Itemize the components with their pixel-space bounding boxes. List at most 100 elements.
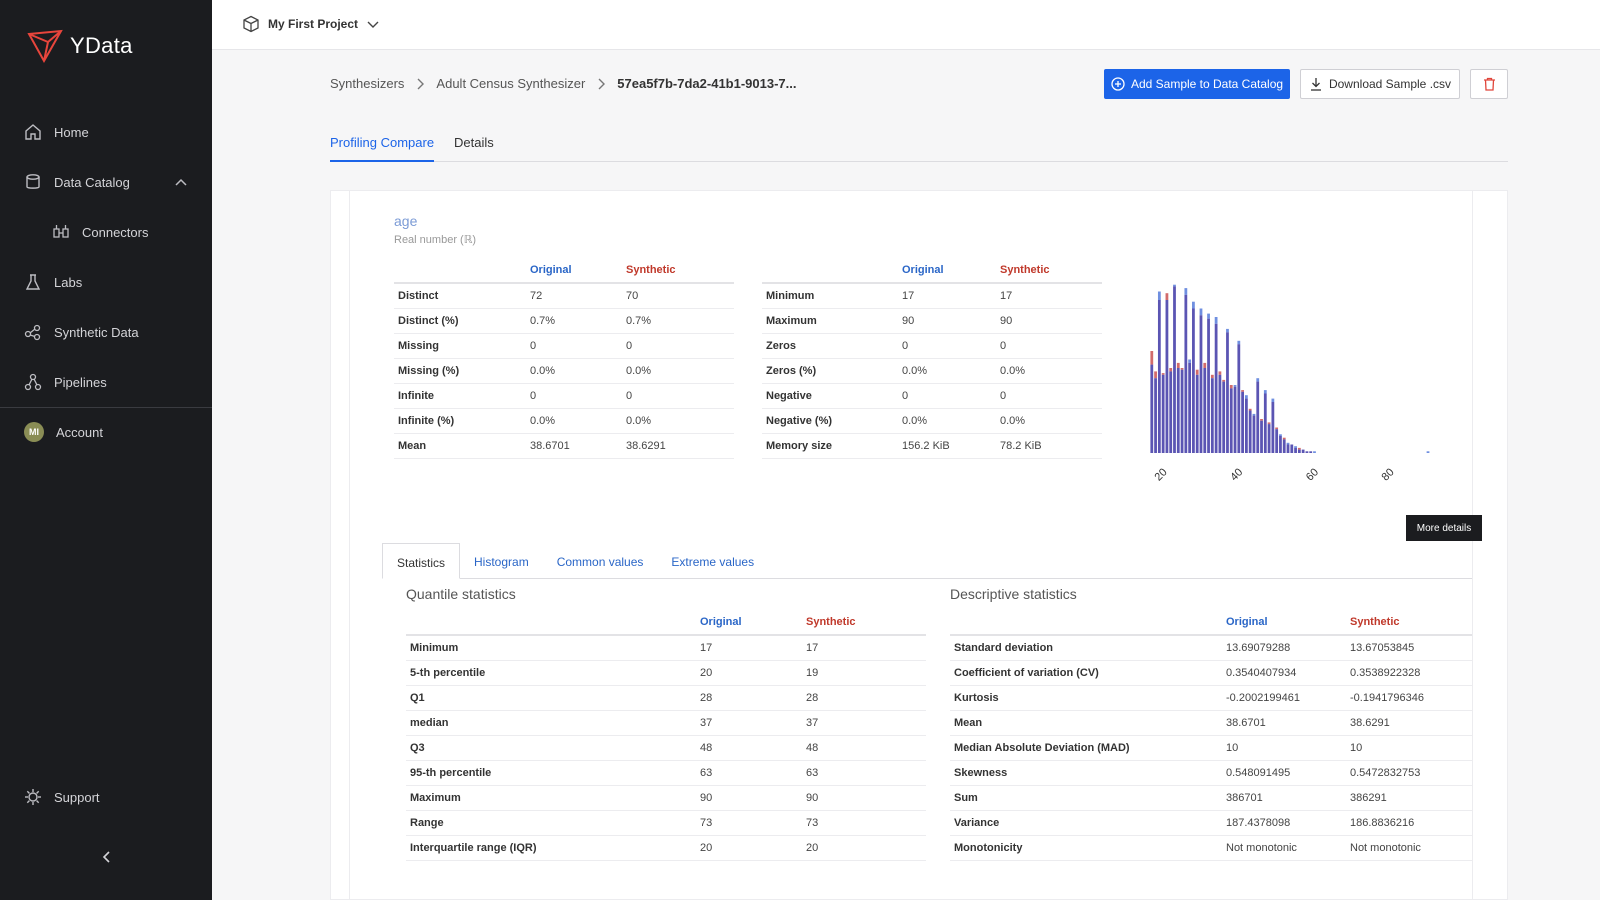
- histogram-bar: [1256, 381, 1260, 453]
- histogram-bar-top: [1426, 451, 1430, 453]
- sidebar-item-support[interactable]: Support: [0, 777, 212, 817]
- row-label: Mean: [394, 433, 526, 459]
- table-row: Infinite 0 0: [394, 383, 734, 409]
- histogram-bar: [1282, 439, 1286, 453]
- breadcrumb-item-synthesizers[interactable]: Synthesizers: [330, 76, 404, 91]
- table-row: 5-th percentile 20 19: [406, 660, 926, 686]
- histogram-bar: [1218, 374, 1222, 453]
- synthetic-value: 28: [802, 685, 926, 711]
- table-row: Q1 28 28: [406, 685, 926, 711]
- sidebar-item-label: Synthetic Data: [54, 324, 139, 340]
- row-label: Infinite: [394, 383, 526, 409]
- row-label: Minimum: [762, 283, 898, 309]
- synthetic-value: Not monotonic: [1346, 835, 1472, 861]
- histogram-bar-top: [1294, 446, 1297, 448]
- histogram-bar: [1229, 388, 1233, 453]
- synthetic-value: 10: [1346, 735, 1472, 761]
- delete-button[interactable]: [1470, 69, 1508, 99]
- histogram-bar-top: [1226, 328, 1229, 333]
- histogram-bar-top: [1207, 313, 1210, 319]
- sidebar-item-label: Data Catalog: [54, 174, 130, 190]
- original-value: 0.548091495: [1222, 760, 1346, 786]
- ydata-logo[interactable]: YData: [26, 28, 133, 64]
- original-value: 28: [696, 685, 802, 711]
- table-row: Missing 0 0: [394, 333, 734, 359]
- histogram-bar-top: [1210, 374, 1214, 379]
- sidebar: YData Home Data Catalog Connectors Labs …: [0, 0, 212, 900]
- sidebar-item-synthetic-data[interactable]: Synthetic Data: [0, 312, 212, 352]
- original-value: 0.3540407934: [1222, 660, 1346, 686]
- original-value: 10: [1222, 735, 1346, 761]
- table-row: Kurtosis -0.2002199461 -0.1941796346: [950, 685, 1472, 711]
- histogram-bar-top: [1169, 368, 1173, 372]
- download-sample-button[interactable]: Download Sample .csv: [1300, 69, 1460, 99]
- subtab-histogram[interactable]: Histogram: [460, 543, 543, 578]
- sidebar-item-pipelines[interactable]: Pipelines: [0, 362, 212, 402]
- histogram-bar: [1271, 402, 1275, 453]
- variable-name[interactable]: age: [394, 213, 417, 229]
- header-synthetic: Synthetic: [996, 259, 1102, 284]
- breadcrumb-item-synthesizer[interactable]: Adult Census Synthesizer: [436, 76, 585, 91]
- tab-profiling-compare[interactable]: Profiling Compare: [330, 130, 435, 162]
- histogram-bar-top: [1279, 434, 1282, 436]
- sidebar-item-label: Home: [54, 124, 89, 140]
- original-value: 0: [898, 383, 996, 409]
- sidebar-item-labs[interactable]: Labs: [0, 262, 212, 302]
- sidebar-item-data-catalog[interactable]: Data Catalog: [0, 162, 212, 202]
- table-row: Memory size 156.2 KiB 78.2 KiB: [762, 433, 1102, 459]
- collapse-sidebar-icon[interactable]: [100, 850, 114, 864]
- histogram-bar-top: [1188, 359, 1192, 363]
- row-label: Minimum: [406, 635, 696, 661]
- subtab-extreme-values[interactable]: Extreme values: [657, 543, 768, 578]
- original-value: 90: [898, 308, 996, 334]
- histogram-bar-top: [1214, 317, 1218, 324]
- sidebar-item-connectors[interactable]: Connectors: [0, 212, 212, 252]
- page-tabs: Profiling Compare Details: [330, 130, 1508, 162]
- original-value: 0: [898, 333, 996, 359]
- histogram-bar-top: [1313, 451, 1316, 453]
- connectors-icon: [53, 225, 69, 238]
- header-synthetic: Synthetic: [622, 259, 734, 284]
- table-row: Missing (%) 0.0% 0.0%: [394, 358, 734, 384]
- header-original: Original: [696, 611, 802, 636]
- histogram-bar: [1165, 300, 1169, 453]
- table-row: Negative (%) 0.0% 0.0%: [762, 408, 1102, 434]
- histogram-bar: [1161, 374, 1165, 453]
- histogram-bar-top: [1218, 371, 1222, 375]
- histogram-bar: [1203, 368, 1207, 453]
- histogram-bar: [1244, 398, 1248, 453]
- sidebar-item-account[interactable]: MI Account: [0, 412, 212, 452]
- original-value: 20: [696, 835, 802, 861]
- histogram-bar: [1199, 315, 1203, 453]
- original-value: 0: [526, 333, 622, 359]
- database-icon: [26, 174, 40, 189]
- chevron-up-icon[interactable]: [174, 175, 188, 189]
- project-selector[interactable]: My First Project: [242, 15, 380, 33]
- histogram-bar: [1252, 415, 1256, 453]
- chevron-right-icon: [598, 78, 606, 89]
- table-header-blank: [762, 259, 898, 284]
- overview-table-left: Original Synthetic Distinct 72 70 Distinct …: [394, 259, 734, 459]
- histogram-bar-top: [1256, 378, 1260, 382]
- histogram-bar: [1222, 381, 1226, 453]
- original-value: 17: [696, 635, 802, 661]
- pipelines-icon: [24, 373, 42, 391]
- row-label: Kurtosis: [950, 685, 1222, 711]
- histogram-bar-top: [1244, 395, 1248, 399]
- x-tick-label: 60: [1304, 466, 1321, 483]
- subtab-common-values[interactable]: Common values: [543, 543, 658, 578]
- histogram-bar: [1214, 323, 1218, 453]
- original-value: 13.69079288: [1222, 635, 1346, 661]
- tab-details[interactable]: Details: [454, 130, 494, 161]
- row-label: Infinite (%): [394, 408, 526, 434]
- descriptive-statistics-title: Descriptive statistics: [950, 586, 1077, 602]
- sidebar-item-home[interactable]: Home: [0, 112, 212, 152]
- synthetic-value: 0.7%: [622, 308, 734, 334]
- histogram-bar: [1279, 436, 1282, 453]
- more-details-button[interactable]: More details: [1406, 515, 1482, 541]
- add-sample-button[interactable]: Add Sample to Data Catalog: [1104, 69, 1290, 99]
- original-value: 72: [526, 283, 622, 309]
- row-label: Maximum: [406, 785, 696, 811]
- subtab-statistics[interactable]: Statistics: [382, 543, 461, 579]
- sidebar-divider: [0, 407, 212, 408]
